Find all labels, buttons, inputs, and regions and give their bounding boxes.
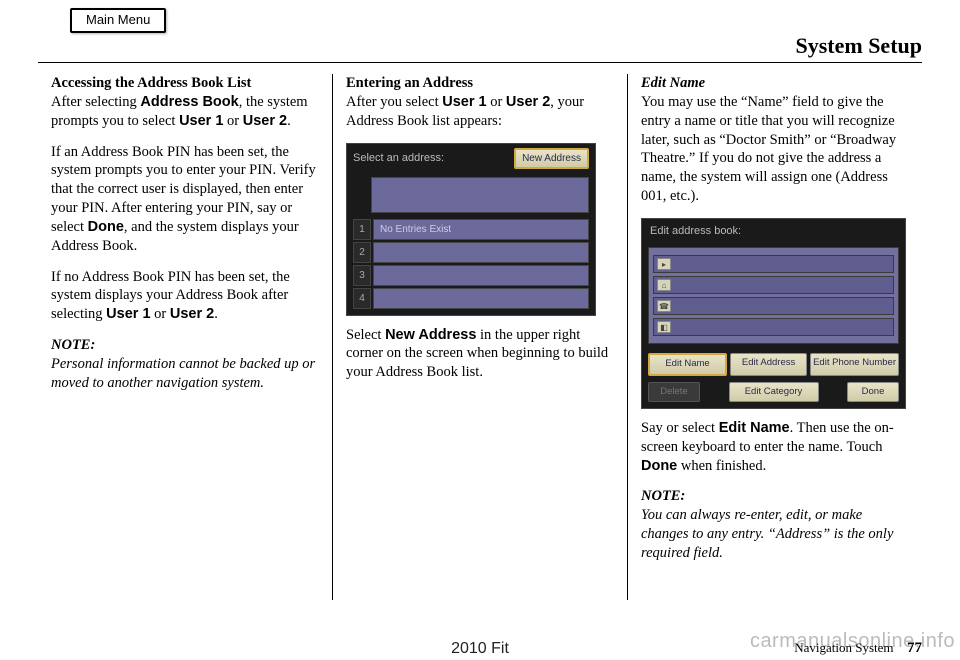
c2-heading-block: Entering an Address After you select Use… [346,74,614,131]
ns1-row-1[interactable]: 1 No Entries Exist [353,219,589,240]
c1-heading-block: Accessing the Address Book List After se… [51,74,319,131]
ns1-row-4[interactable]: 4 . [353,288,589,309]
c2-p1d: User 2 [506,94,550,110]
c1-p3e: . [214,306,218,322]
ns1-row-3-text: . [373,265,589,286]
ns1-preview-row [371,177,589,213]
c2-p1c: or [487,94,506,110]
c1-p1b: Address Book [140,94,238,110]
c3-note-label: NOTE: [641,488,685,504]
c2-p1b: User 1 [442,94,486,110]
house-icon: ⌂ [657,279,671,291]
name-icon: ▸ [657,258,671,270]
column-3: Edit Name You may use the “Name” field t… [627,74,922,600]
c1-p3d: User 2 [170,306,214,322]
c3-note: NOTE: You can always re-enter, edit, or … [641,487,909,562]
ns2-button-row-1: Edit Name Edit Address Edit Phone Number [642,350,905,378]
c3-p2: Say or select Edit Name. Then use the on… [641,419,909,476]
page-title: System Setup [795,32,922,61]
edit-name-button[interactable]: Edit Name [648,353,727,375]
ns1-row-3-num: 3 [353,265,371,286]
ns1-row-1-text: No Entries Exist [373,219,589,240]
c1-p1f: User 2 [243,113,287,129]
main-menu-button[interactable]: Main Menu [70,8,166,33]
phone-icon: ☎ [657,300,671,312]
delete-button: Delete [648,382,700,402]
c2-p1a: After you select [346,94,442,110]
c1-p3c: or [151,306,170,322]
footer-label: Navigation System [794,640,893,655]
ns1-row-4-num: 4 [353,288,371,309]
ns1-row-4-text: . [373,288,589,309]
content-columns: Accessing the Address Book List After se… [38,74,922,600]
c1-p1g: . [287,113,291,129]
c2-p2b: New Address [385,327,476,343]
ns1-title: Select an address: [353,151,514,165]
ns2-field-category[interactable]: ◧ [653,318,894,336]
edit-category-button[interactable]: Edit Category [729,382,819,402]
c3-p2d: Done [641,458,677,474]
c1-note-text: Personal information cannot be backed up… [51,356,315,391]
ns2-field-address[interactable]: ⌂ [653,276,894,294]
c1-p2b: Done [88,219,124,235]
c3-p2a: Say or select [641,420,719,436]
c3-heading: Edit Name [641,75,705,91]
ns2-field-phone[interactable]: ☎ [653,297,894,315]
horizontal-rule [38,62,922,63]
c2-p2a: Select [346,327,385,343]
page-number: 77 [907,640,922,656]
footer-center: 2010 Fit [451,639,509,660]
edit-phone-button[interactable]: Edit Phone Number [810,353,899,375]
c1-note-label: NOTE: [51,337,95,353]
ns2-title: Edit address book: [642,219,905,243]
c1-note: NOTE: Personal information cannot be bac… [51,336,319,393]
footer-right: Navigation System 77 [794,639,922,659]
edit-address-book-screen: Edit address book: ▸ ⌂ ☎ ◧ Edit Name Edi… [641,218,906,409]
c1-heading: Accessing the Address Book List [51,75,251,91]
ns2-button-row-2: Delete Edit Category Done [642,379,905,408]
ns1-row-2[interactable]: 2 . [353,242,589,263]
c2-p2: Select New Address in the upper right co… [346,326,614,383]
column-2: Entering an Address After you select Use… [332,74,627,600]
c1-p2: If an Address Book PIN has been set, the… [51,143,319,256]
c1-p1e: or [223,113,242,129]
c1-p1d: User 1 [179,113,223,129]
ns1-row-3[interactable]: 3 . [353,265,589,286]
ns2-field-name[interactable]: ▸ [653,255,894,273]
ns1-row-1-num: 1 [353,219,371,240]
c1-p3: If no Address Book PIN has been set, the… [51,268,319,325]
column-1: Accessing the Address Book List After se… [38,74,332,600]
select-address-screen: Select an address: New Address 1 No Entr… [346,143,596,316]
c3-p1: You may use the “Name” field to give the… [641,94,896,204]
ns2-fields: ▸ ⌂ ☎ ◧ [648,247,899,344]
done-button[interactable]: Done [847,382,899,402]
c1-p1a: After selecting [51,94,140,110]
c1-p3b: User 1 [106,306,150,322]
c3-heading-block: Edit Name You may use the “Name” field t… [641,74,909,206]
edit-address-button[interactable]: Edit Address [730,353,807,375]
ns1-row-2-text: . [373,242,589,263]
ns1-header: Select an address: New Address [347,144,595,173]
c2-heading: Entering an Address [346,75,473,91]
new-address-button[interactable]: New Address [514,148,589,169]
c3-note-text: You can always re-enter, edit, or make c… [641,507,893,561]
category-icon: ◧ [657,321,671,333]
c3-p2b: Edit Name [719,420,790,436]
ns1-row-2-num: 2 [353,242,371,263]
c3-p2e: when finished. [677,458,766,474]
